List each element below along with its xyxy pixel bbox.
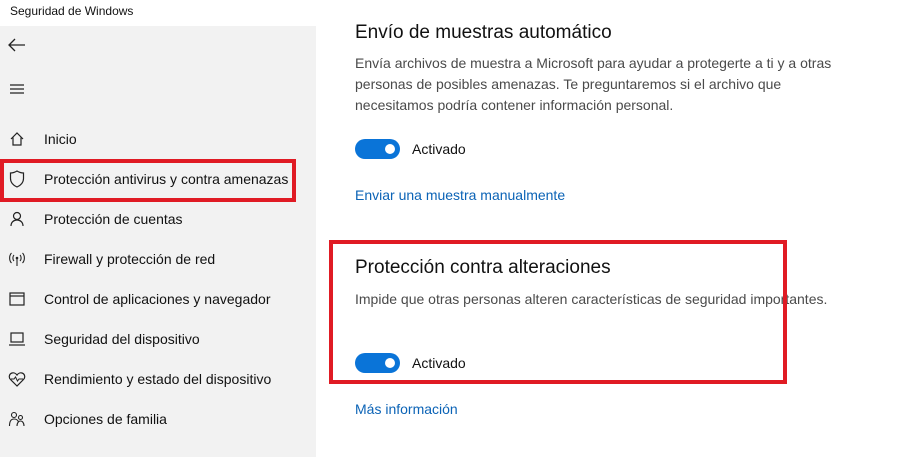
sidebar-item-cuentas[interactable]: Protección de cuentas (0, 199, 316, 239)
sample-submission-toggle-row: Activado (355, 139, 466, 159)
sidebar-item-inicio[interactable]: Inicio (0, 119, 316, 159)
sidebar-item-performance[interactable]: Rendimiento y estado del dispositivo (0, 359, 316, 399)
tamper-protection-toggle-row: Activado (355, 353, 466, 373)
sidebar-item-antivirus[interactable]: Protección antivirus y contra amenazas (0, 159, 316, 199)
sample-submission-toggle-label: Activado (412, 141, 466, 157)
browser-icon (7, 289, 27, 309)
laptop-icon (7, 329, 27, 349)
hamburger-menu-button[interactable] (6, 78, 28, 100)
sidebar-item-label: Firewall y protección de red (44, 251, 216, 267)
send-sample-manually-link[interactable]: Enviar una muestra manualmente (355, 187, 565, 203)
person-icon (7, 209, 27, 229)
toggle-knob (385, 144, 395, 154)
sidebar-item-label: Protección de cuentas (44, 211, 183, 227)
hamburger-icon (10, 84, 24, 94)
sidebar-item-device-security[interactable]: Seguridad del dispositivo (0, 319, 316, 359)
sidebar-item-label: Rendimiento y estado del dispositivo (44, 371, 272, 387)
tamper-protection-toggle[interactable] (355, 353, 400, 373)
sidebar-item-firewall[interactable]: Firewall y protección de red (0, 239, 316, 279)
sample-submission-title: Envío de muestras automático (355, 22, 612, 43)
sidebar: Inicio Protección antivirus y contra ame… (0, 26, 316, 457)
sidebar-item-label: Inicio (44, 131, 77, 147)
heart-icon (7, 369, 27, 389)
sidebar-item-family[interactable]: Opciones de familia (0, 399, 316, 439)
more-info-link[interactable]: Más información (355, 401, 458, 417)
back-arrow-icon (8, 38, 25, 52)
window-title: Seguridad de Windows (10, 4, 134, 18)
home-icon (7, 129, 27, 149)
tamper-protection-toggle-label: Activado (412, 355, 466, 371)
sidebar-item-label: Seguridad del dispositivo (44, 331, 200, 347)
family-icon (7, 409, 27, 429)
sidebar-item-app-control[interactable]: Control de aplicaciones y navegador (0, 279, 316, 319)
back-button[interactable] (6, 34, 28, 56)
tamper-protection-title: Protección contra alteraciones (355, 257, 611, 278)
main-content: Envío de muestras automático Envía archi… (316, 0, 918, 457)
sample-submission-toggle[interactable] (355, 139, 400, 159)
toggle-knob (385, 358, 395, 368)
shield-icon (7, 169, 27, 189)
antenna-icon (7, 249, 27, 269)
sidebar-item-label: Protección antivirus y contra amenazas (44, 171, 289, 187)
sidebar-item-label: Control de aplicaciones y navegador (44, 291, 271, 307)
sidebar-item-label: Opciones de familia (44, 411, 167, 427)
tamper-protection-description: Impide que otras personas alteren caract… (355, 291, 828, 307)
sample-submission-description: Envía archivos de muestra a Microsoft pa… (355, 55, 832, 113)
